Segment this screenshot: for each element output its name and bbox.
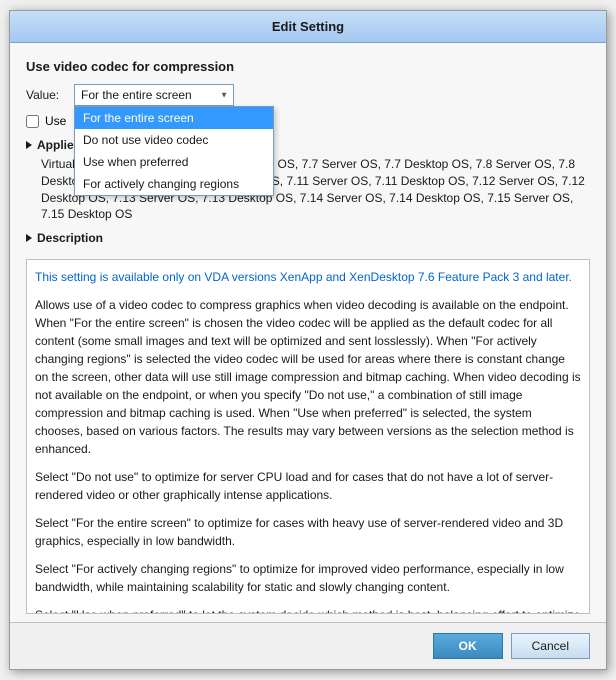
desc-triangle-icon [26,234,32,242]
dropdown-option-0[interactable]: For the entire screen [75,107,273,129]
dropdown-option-1[interactable]: Do not use video codec [75,129,273,151]
dropdown-option-3[interactable]: For actively changing regions [75,173,273,195]
desc-p3: Select "For the entire screen" to optimi… [35,514,581,550]
dropdown-menu: For the entire screen Do not use video c… [74,106,274,196]
desc-p1: Allows use of a video codec to compress … [35,296,581,458]
dialog-title: Edit Setting [10,11,606,43]
footer: OK Cancel [10,622,606,669]
dropdown-option-2[interactable]: Use when preferred [75,151,273,173]
desc-p5: Select "Use when preferred" to let the s… [35,606,581,614]
dialog-body: Use video codec for compression Value: F… [10,43,606,669]
codec-dropdown[interactable]: For the entire screen [74,84,234,106]
description-header: Description [26,231,590,245]
desc-p4: Select "For actively changing regions" t… [35,560,581,596]
value-label: Value: [26,88,66,102]
value-row: Value: For the entire screen For the ent… [26,84,590,106]
description-scroll[interactable]: This setting is available only on VDA ve… [26,259,590,614]
content-area: Use video codec for compression Value: F… [10,43,606,622]
section-title: Use video codec for compression [26,59,590,74]
edit-setting-dialog: Edit Setting Use video codec for compres… [9,10,607,670]
description-section: Description [26,231,590,251]
desc-p2: Select "Do not use" to optimize for serv… [35,468,581,504]
cancel-button[interactable]: Cancel [511,633,590,659]
desc-intro: This setting is available only on VDA ve… [35,268,581,286]
ok-button[interactable]: OK [433,633,503,659]
triangle-icon [26,141,32,149]
checkbox-label: Use [45,114,66,128]
dropdown-wrapper: For the entire screen For the entire scr… [74,84,234,106]
use-checkbox[interactable] [26,115,39,128]
